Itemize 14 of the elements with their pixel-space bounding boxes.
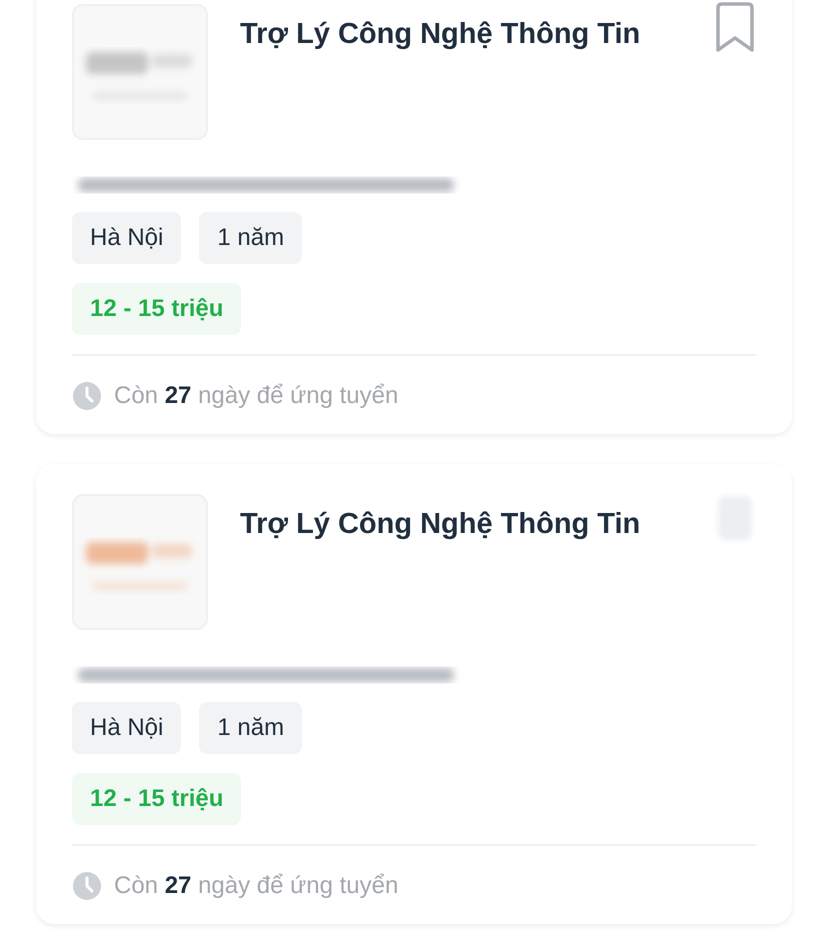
deadline-text: Còn 27 ngày để ứng tuyển	[114, 872, 398, 900]
clock-icon	[72, 871, 102, 901]
clock-icon	[72, 381, 102, 411]
job-card[interactable]: Trợ Lý Công Nghệ Thông Tin Hà Nội 1 năm 12 - 15 triệu Còn 27 ngày để ứng tuyển	[36, 0, 792, 434]
tag-chip: 1 năm	[199, 702, 302, 754]
salary-chip: 12 - 15 triệu	[72, 773, 242, 825]
salary-chip: 12 - 15 triệu	[72, 283, 242, 335]
deadline-text: Còn 27 ngày để ứng tuyển	[114, 382, 398, 410]
tag-chip: Hà Nội	[72, 212, 182, 264]
job-title[interactable]: Trợ Lý Công Nghệ Thông Tin	[240, 16, 712, 52]
job-title[interactable]: Trợ Lý Công Nghệ Thông Tin	[240, 506, 712, 542]
tag-chip: Hà Nội	[72, 702, 182, 754]
tag-chip: 1 năm	[199, 212, 302, 264]
job-card[interactable]: Trợ Lý Công Nghệ Thông Tin Hà Nội 1 năm 12 - 15 triệu Còn 27 ngày để ứng tuyển	[36, 464, 792, 924]
